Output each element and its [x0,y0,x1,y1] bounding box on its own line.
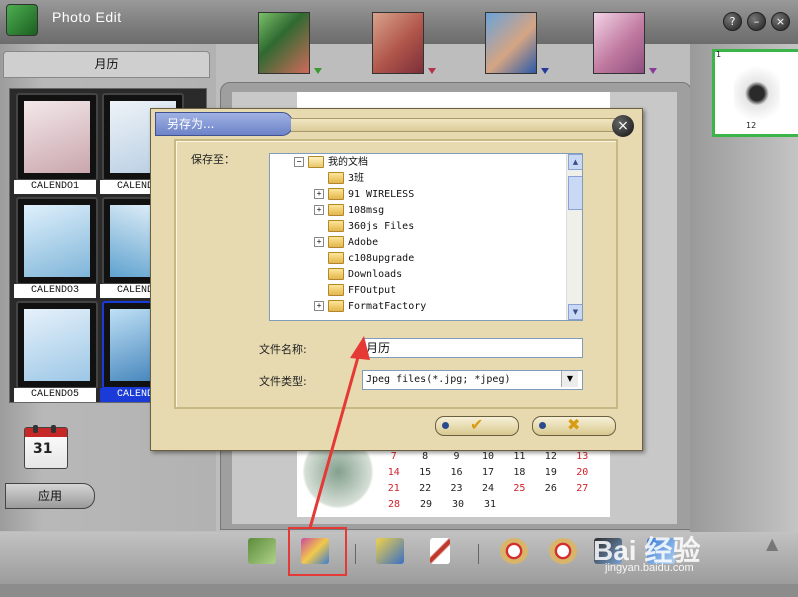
tree-item[interactable]: + FormatFactory [314,299,426,315]
tree-item[interactable]: − 我的文档 [294,155,368,171]
calendar-day: 22 [419,483,432,494]
tree-item[interactable]: +91 WIRELESS [314,187,414,203]
save-to-label: 保存至： [191,153,235,166]
tree-scrollbar[interactable]: ▲ ▼ [566,154,582,320]
calendar-week-row: 14 15 16 17 18 19 20 [378,467,598,483]
calendar-day: 27 [576,483,589,494]
ok-button[interactable]: ✔ [435,415,519,436]
chevron-down-icon[interactable] [541,68,549,74]
checkmark-icon: ✔ [470,415,484,434]
calendar-icon-day: 31 [33,441,53,457]
scroll-up-icon[interactable]: ▲ [568,154,582,170]
watermark-url: jingyan.baidu.com [605,562,694,574]
zoom-in-icon[interactable] [500,538,528,564]
filename-input[interactable]: 月历 [362,338,583,358]
calendar-day: 18 [513,467,526,478]
chevron-down-icon[interactable] [314,68,322,74]
calendar-week-row: 7 8 9 10 11 12 13 [378,451,598,467]
dialog-close-button[interactable]: × [612,115,634,137]
calendar-week-row: 28 29 30 31 [378,499,598,515]
toolbar-separator [355,544,356,564]
radio-dot-icon [442,422,449,429]
calendar-day: 29 [419,499,433,510]
page-index: 1 [716,50,722,59]
tree-item[interactable]: Downloads [328,267,402,283]
chevron-down-icon[interactable] [428,68,436,74]
calendar-day: 8 [422,451,429,462]
status-bar [0,584,798,597]
email-icon[interactable] [430,538,450,564]
calendar-day: 24 [481,483,494,494]
toolbar-separator [478,544,479,564]
scroll-down-icon[interactable]: ▼ [568,304,582,320]
page-thumbnail-image [734,61,780,120]
calendar-day: 11 [513,451,526,462]
arrow-up-icon[interactable]: ▲ [766,534,778,553]
effect-thumbnail-1[interactable] [258,12,310,74]
calendar-day: 26 [544,483,557,494]
cross-icon: ✖ [567,415,581,434]
app-logo-icon [6,4,38,36]
tree-item[interactable]: + Adobe [314,235,378,251]
calendar-day: 15 [419,467,432,478]
calendar-day: 23 [450,483,463,494]
calendar-day: 16 [450,467,463,478]
calendar-day: 30 [451,499,465,510]
effect-thumbnail-2[interactable] [372,12,424,74]
dialog-title: 另存为... [167,117,215,131]
tree-item[interactable]: 360js Files [328,219,414,235]
calendar-icon[interactable]: 31 [24,425,68,469]
apply-button[interactable]: 应用 [5,483,95,509]
calendar-day: 31 [483,499,497,510]
calendar-grid: 7 8 9 10 11 12 13 14 15 16 17 18 19 20 2… [378,451,598,515]
tree-item[interactable]: FFOutput [328,283,396,299]
template-label[interactable]: CALENDO1 [14,180,96,194]
annotation-arrow [308,336,370,529]
help-button[interactable]: ? [723,12,742,31]
zoom-out-icon[interactable] [549,538,577,564]
template-thumbnail[interactable] [16,93,98,181]
calendar-day: 13 [576,451,589,462]
minimize-button[interactable]: – [747,12,766,31]
dialog-title-bar [291,118,616,132]
tree-item[interactable]: +108msg [314,203,384,219]
album-icon[interactable] [248,538,276,564]
calendar-day: 12 [544,451,557,462]
scroll-thumb[interactable] [568,176,582,210]
cancel-button[interactable]: ✖ [532,415,616,436]
calendar-day: 21 [387,483,400,494]
calendar-day: 10 [481,451,494,462]
calendar-day: 14 [387,467,400,478]
template-thumbnail[interactable] [16,301,98,389]
calendar-day: 19 [544,467,557,478]
calendar-week-row: 21 22 23 24 25 26 27 [378,483,598,499]
calendar-day: 28 [387,499,401,510]
template-label[interactable]: CALENDO5 [14,388,96,402]
tree-item[interactable]: c108upgrade [328,251,414,267]
calendar-day: 25 [513,483,526,494]
template-thumbnail[interactable] [16,197,98,285]
template-label[interactable]: CALENDO3 [14,284,96,298]
chevron-down-icon[interactable] [649,68,657,74]
calendar-day: 17 [481,467,494,478]
calendar-day: 9 [453,451,460,462]
tree-item[interactable]: 3班 [328,171,364,187]
print-icon[interactable] [376,538,404,564]
radio-dot-icon [539,422,546,429]
calendar-day: 7 [390,451,397,462]
chevron-down-icon[interactable]: ▼ [561,371,578,387]
filetype-select[interactable]: Jpeg files(*.jpg; *jpeg) [362,370,583,390]
effect-thumbnail-4[interactable] [593,12,645,74]
effect-thumbnail-3[interactable] [485,12,537,74]
page-count: 12 [746,121,757,130]
close-window-button[interactable]: × [771,12,790,31]
app-title: Photo Edit [52,9,122,25]
calendar-day: 20 [576,467,589,478]
panel-header: 月历 [3,51,210,78]
folder-tree[interactable]: − 我的文档 3班 +91 WIRELESS +108msg 360js File… [269,153,583,321]
